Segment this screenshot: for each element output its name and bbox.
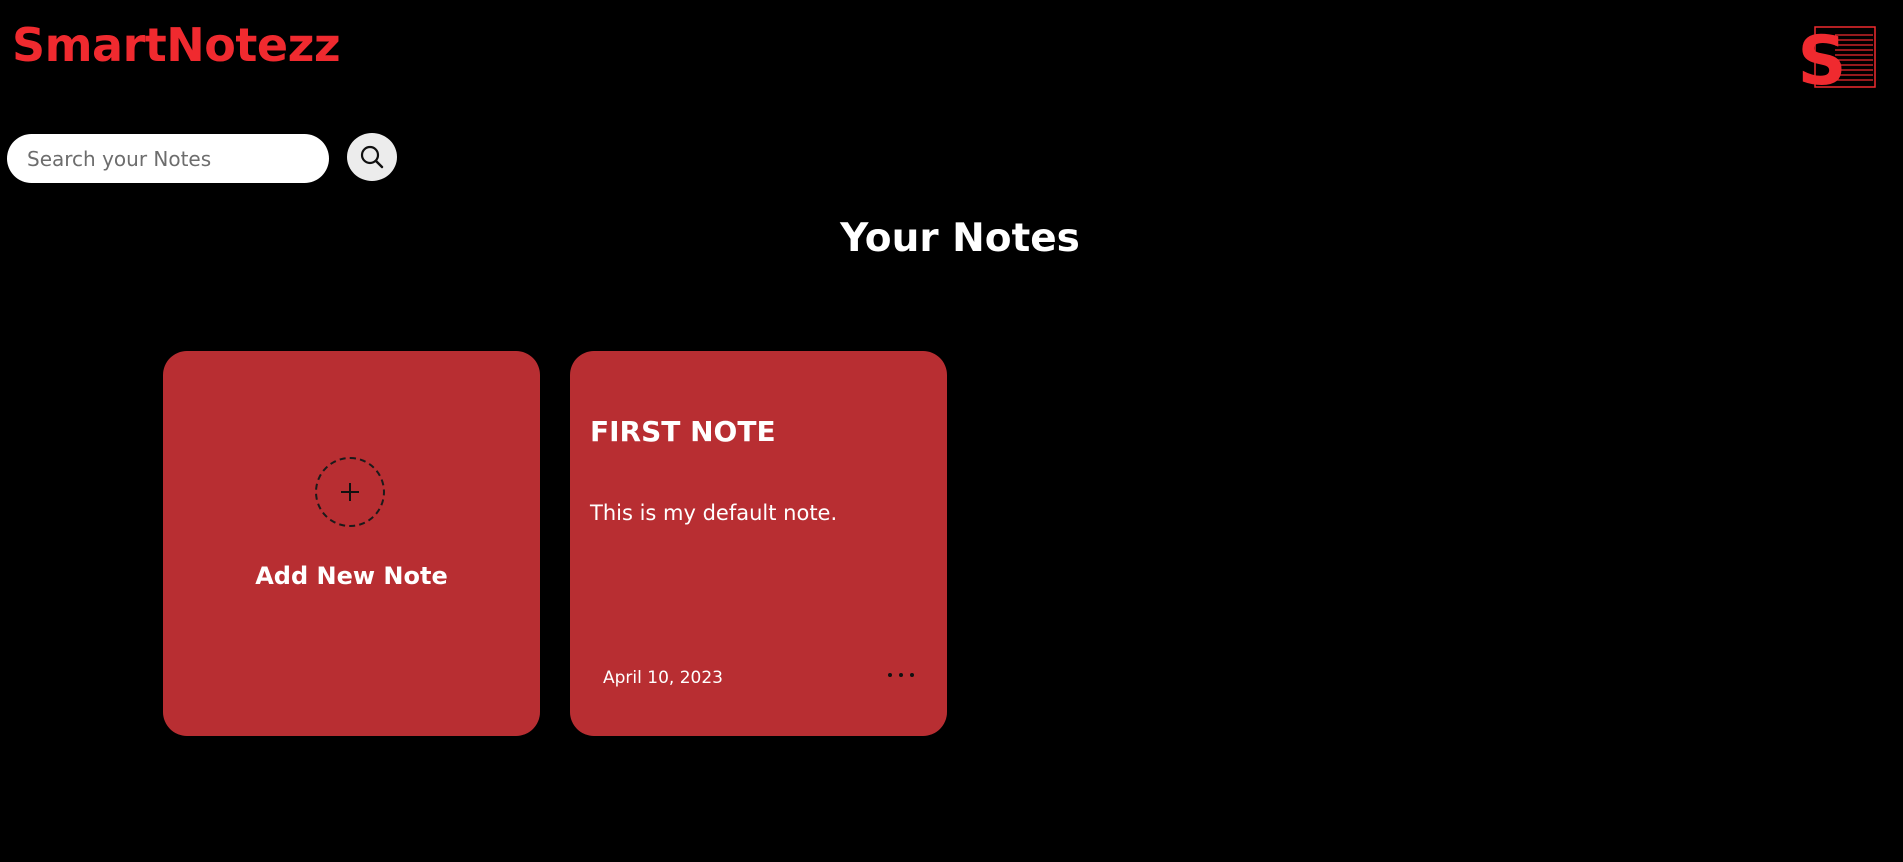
app-brand[interactable]: SmartNotezz [12,22,341,68]
search-icon [360,145,384,169]
search-button[interactable] [347,133,397,181]
logo-icon: S [1798,22,1876,101]
add-note-button[interactable] [315,457,385,527]
logo-letter: S [1801,26,1846,90]
app-root: SmartNotezz S Your Notes [0,0,1903,862]
more-icon[interactable] [888,666,914,684]
note-date: April 10, 2023 [603,668,723,688]
search-input[interactable] [7,134,329,183]
note-card[interactable]: FIRST NOTE This is my default note. Apri… [570,351,947,736]
plus-icon [341,483,359,501]
note-title: FIRST NOTE [590,415,776,448]
page-title: Your Notes [840,216,1080,261]
menu-dot [910,673,914,677]
menu-dot [888,673,892,677]
note-body: This is my default note. [590,501,838,525]
add-note-card[interactable]: Add New Note [163,351,540,736]
menu-dot [899,673,903,677]
add-note-label: Add New Note [255,562,448,590]
app-logo[interactable]: S [1798,22,1877,101]
